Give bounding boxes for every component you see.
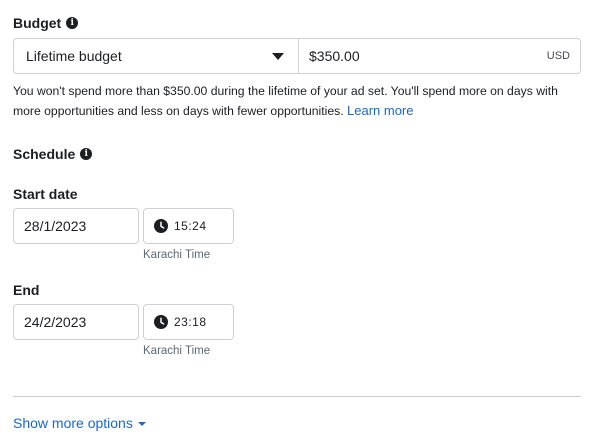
clock-icon — [154, 219, 168, 233]
budget-amount-value: $350.00 — [309, 48, 360, 64]
show-more-options-link[interactable]: Show more options — [13, 415, 146, 431]
clock-icon — [154, 315, 168, 329]
start-time-value: 15:24 — [174, 219, 207, 233]
end-date-value: 24/2/2023 — [24, 314, 87, 330]
chevron-down-icon — [272, 52, 284, 60]
end-timezone-label: Karachi Time — [143, 345, 211, 357]
chevron-down-icon — [137, 422, 146, 426]
budget-type-dropdown[interactable]: Lifetime budget — [14, 39, 299, 73]
show-more-options-label: Show more options — [13, 415, 133, 431]
start-date-input[interactable]: 28/1/2023 — [13, 208, 139, 244]
start-date-label-text: Start date — [13, 186, 78, 202]
learn-more-link[interactable]: Learn more — [347, 103, 413, 118]
end-time-value: 23:18 — [174, 315, 207, 329]
currency-label: USD — [546, 50, 570, 62]
budget-type-value: Lifetime budget — [26, 48, 122, 64]
budget-amount-field[interactable]: $350.00 USD — [299, 39, 580, 73]
start-timezone-label: Karachi Time — [143, 249, 211, 261]
info-icon[interactable]: i — [66, 17, 79, 29]
end-time-input[interactable]: 23:18 — [143, 304, 234, 340]
budget-help-copy: You won't spend more than $350.00 during… — [13, 84, 558, 118]
budget-heading: Budget i — [13, 15, 79, 31]
budget-label: Budget — [13, 15, 62, 31]
start-date-value: 28/1/2023 — [24, 218, 87, 234]
schedule-heading: Schedule i — [13, 146, 93, 162]
end-date-label-text: End — [13, 282, 40, 298]
end-date-label: End — [13, 282, 39, 298]
schedule-label: Schedule — [13, 146, 76, 162]
start-time-input[interactable]: 15:24 — [143, 208, 234, 244]
budget-input-group: Lifetime budget $350.00 USD — [13, 38, 581, 74]
end-date-input[interactable]: 24/2/2023 — [13, 304, 139, 340]
section-divider — [13, 396, 581, 397]
budget-help-text: You won't spend more than $350.00 during… — [13, 82, 585, 121]
start-date-label: Start date — [13, 186, 78, 202]
info-icon[interactable]: i — [80, 148, 93, 160]
